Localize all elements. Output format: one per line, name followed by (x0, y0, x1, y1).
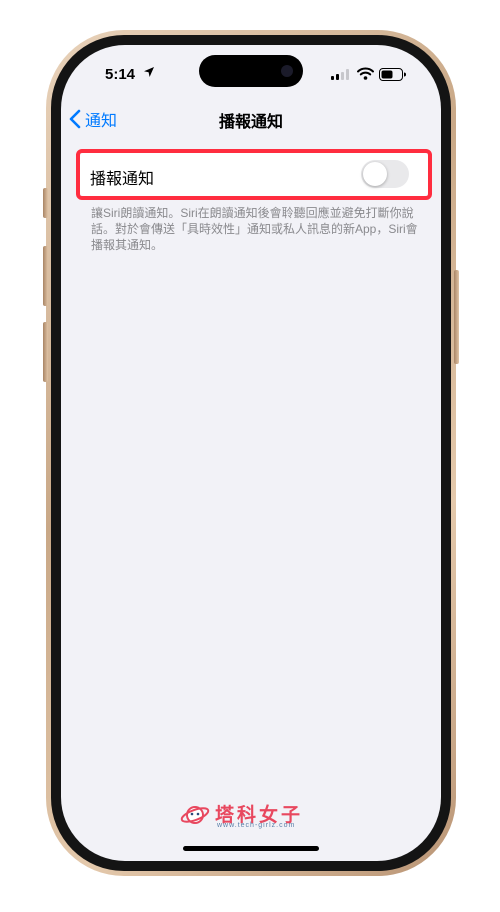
volume-up-button (43, 246, 48, 306)
wifi-icon (357, 67, 374, 80)
home-indicator[interactable] (183, 846, 319, 851)
volume-down-button (43, 322, 48, 382)
battery-icon (379, 68, 406, 81)
screen: 5:14 通知 播報通知 播報通知 讓Siri朗讀通知。Siri在朗讀通知後會聆… (61, 45, 441, 861)
power-button (454, 270, 459, 364)
watermark-url: www.tech-girlz.com (217, 822, 296, 829)
signal-icon (331, 69, 349, 80)
action-button (43, 188, 48, 218)
location-arrow-icon (144, 67, 154, 77)
highlight-annotation (76, 149, 432, 200)
status-time: 5:14 (105, 66, 136, 83)
page-title: 播報通知 (218, 114, 283, 131)
camera-icon (281, 65, 293, 77)
watermark-logo: 塔科女子 www.tech-girlz.com (179, 800, 329, 830)
dynamic-island (199, 55, 303, 87)
planet-logo-icon (180, 806, 210, 824)
setting-description: 讓Siri朗讀通知。Siri在朗讀通知後會聆聽回應並避免打斷你說話。對於會傳送「… (91, 206, 418, 252)
